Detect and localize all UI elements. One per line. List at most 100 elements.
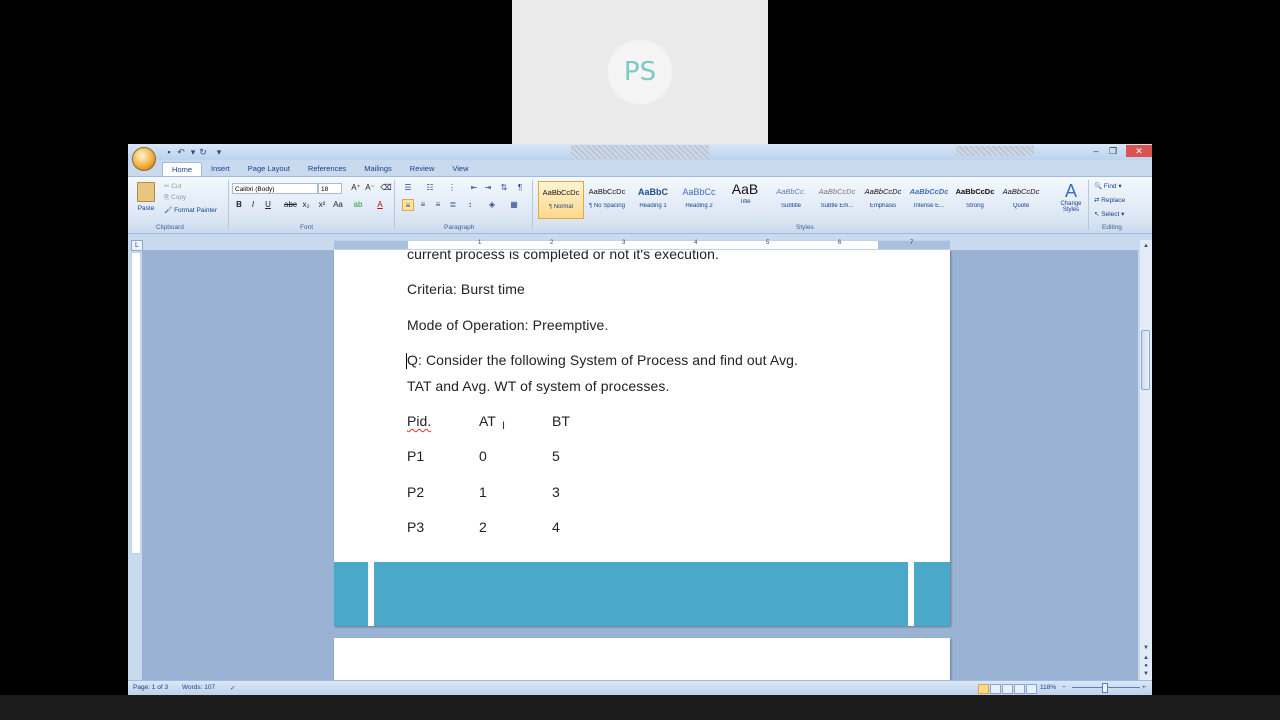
tab-home[interactable]: Home xyxy=(162,162,203,177)
full-screen-reading-button[interactable] xyxy=(990,684,1001,694)
find-button[interactable]: 🔍 Find ▾ xyxy=(1094,182,1122,190)
borders-icon[interactable]: ▦ xyxy=(508,199,520,211)
underline-button[interactable]: U xyxy=(262,199,274,211)
style-no-spacing[interactable]: AaBbCcDc ¶ No Spacing xyxy=(584,181,630,219)
tab-insert[interactable]: Insert xyxy=(202,162,239,176)
bullets-icon[interactable]: ☰ xyxy=(402,182,414,194)
document-page[interactable] xyxy=(334,638,950,680)
font-size-select[interactable]: 18 xyxy=(318,183,342,194)
ruler-number: 6 xyxy=(838,240,842,246)
cut-button[interactable]: ✂ Cut xyxy=(164,182,181,190)
zoom-out-icon[interactable]: − xyxy=(1062,684,1066,691)
style-title[interactable]: AaB Title xyxy=(722,181,768,219)
office-button[interactable] xyxy=(132,147,156,171)
minimize-button[interactable]: – xyxy=(1088,145,1104,157)
horizontal-ruler[interactable]: 1 2 3 4 5 6 7 xyxy=(334,240,950,250)
show-formatting-icon[interactable]: ¶ xyxy=(514,182,526,194)
page-count[interactable]: Page: 1 of 3 xyxy=(133,684,168,691)
style-emphasis[interactable]: AaBbCcDc Emphasis xyxy=(860,181,906,219)
style-normal[interactable]: AaBbCcDc ¶ Normal xyxy=(538,181,584,219)
sort-icon[interactable]: ⇅ xyxy=(498,182,510,194)
superscript-button[interactable]: x² xyxy=(316,199,328,211)
select-button[interactable]: ↖ Select ▾ xyxy=(1094,210,1124,218)
shrink-font-icon[interactable]: A⁻ xyxy=(364,182,376,194)
document-area[interactable]: current process is completed or not it's… xyxy=(142,250,1138,680)
paste-button[interactable]: Paste xyxy=(136,182,156,214)
group-divider xyxy=(394,180,395,230)
zoom-slider-handle[interactable] xyxy=(1102,683,1108,693)
scroll-up-icon[interactable]: ▲ xyxy=(1141,242,1151,250)
ruler-number: 5 xyxy=(766,240,770,246)
format-painter-button[interactable]: 🖌 Format Painter xyxy=(164,206,217,214)
tab-view[interactable]: View xyxy=(443,162,477,176)
style-quote[interactable]: AaBbCcDc Quote xyxy=(998,181,1044,219)
title-bar: ▪ ↶ ▾ ↻ ▾ – ❐ ✕ xyxy=(128,144,1152,160)
copy-button[interactable]: ⎘ Copy xyxy=(164,194,186,202)
justify-icon[interactable]: ≣ xyxy=(447,199,459,211)
replace-button[interactable]: ⇄ Replace xyxy=(1094,196,1125,204)
document-page[interactable]: current process is completed or not it's… xyxy=(334,250,950,626)
word-count[interactable]: Words: 107 xyxy=(182,684,215,691)
paragraph-text: Mode of Operation: Preemptive. xyxy=(407,317,609,333)
shading-icon[interactable]: ◈ xyxy=(486,199,498,211)
clear-formatting-icon[interactable]: ⌫ xyxy=(380,182,392,194)
font-name-select[interactable]: Calibri (Body) xyxy=(232,183,318,194)
subscript-button[interactable]: x₂ xyxy=(300,199,312,211)
proofing-icon[interactable]: ✓ xyxy=(230,684,235,692)
change-case-button[interactable]: Aa xyxy=(332,199,344,211)
table-cell: 5 xyxy=(552,448,560,464)
align-center-icon[interactable]: ≡ xyxy=(417,199,429,211)
tab-mailings[interactable]: Mailings xyxy=(355,162,401,176)
undo-dropdown-icon[interactable]: ▾ xyxy=(188,147,198,157)
table-header: BT xyxy=(552,413,570,429)
select-browse-object-icon[interactable]: ● xyxy=(1141,662,1151,670)
font-group-label: Font xyxy=(300,224,314,231)
change-styles-button[interactable]: A Change Styles xyxy=(1058,181,1084,213)
zoom-level[interactable]: 118% xyxy=(1040,684,1056,691)
print-layout-view-button[interactable] xyxy=(978,684,989,694)
save-icon[interactable]: ▪ xyxy=(164,147,174,157)
previous-page-icon[interactable]: ▲ xyxy=(1141,654,1151,662)
multilevel-list-icon[interactable]: ⋮ xyxy=(446,182,458,194)
style-subtitle[interactable]: AaBbCc. Subtitle xyxy=(768,181,814,219)
tab-page-layout[interactable]: Page Layout xyxy=(239,162,299,176)
align-right-icon[interactable]: ≡ xyxy=(432,199,444,211)
draft-view-button[interactable] xyxy=(1026,684,1037,694)
vertical-scrollbar[interactable]: ▲ ▼ ▲ ● ▼ xyxy=(1140,240,1152,680)
customize-qat-icon[interactable]: ▾ xyxy=(214,147,224,157)
highlight-icon[interactable]: ab xyxy=(352,199,364,211)
web-layout-button[interactable] xyxy=(1002,684,1013,694)
word-window: ▪ ↶ ▾ ↻ ▾ – ❐ ✕ Home Insert Page Layout … xyxy=(128,144,1152,695)
participant-tile: PS xyxy=(512,0,768,144)
avatar: PS xyxy=(608,40,672,104)
strikethrough-button[interactable]: abc xyxy=(284,199,297,211)
scroll-thumb[interactable] xyxy=(1141,330,1150,390)
style-intense-emphasis[interactable]: AaBbCcDc Intense E... xyxy=(906,181,952,219)
numbering-icon[interactable]: ☷ xyxy=(424,182,436,194)
italic-button[interactable]: I xyxy=(247,199,259,211)
style-strong[interactable]: AaBbCcDc Strong xyxy=(952,181,998,219)
style-subtle-emphasis[interactable]: AaBbCcDc Subtle Em... xyxy=(814,181,860,219)
paragraph-text: Criteria: Burst time xyxy=(407,281,525,297)
close-button[interactable]: ✕ xyxy=(1126,145,1152,157)
title-redacted-area xyxy=(956,146,1034,156)
undo-icon[interactable]: ↶ xyxy=(176,147,186,157)
increase-indent-icon[interactable]: ⇥ xyxy=(482,182,494,194)
zoom-in-icon[interactable]: + xyxy=(1142,684,1146,691)
line-spacing-icon[interactable]: ↕ xyxy=(464,199,476,211)
style-heading-1[interactable]: AaBbC Heading 1 xyxy=(630,181,676,219)
grow-font-icon[interactable]: A⁺ xyxy=(350,182,362,194)
scroll-down-icon[interactable]: ▼ xyxy=(1141,644,1151,652)
font-color-icon[interactable]: A xyxy=(374,199,386,211)
redo-icon[interactable]: ↻ xyxy=(198,147,208,157)
vertical-ruler[interactable] xyxy=(131,252,141,554)
outline-view-button[interactable] xyxy=(1014,684,1025,694)
tab-review[interactable]: Review xyxy=(401,162,444,176)
maximize-button[interactable]: ❐ xyxy=(1105,145,1121,157)
bold-button[interactable]: B xyxy=(233,199,245,211)
style-heading-2[interactable]: AaBbCc Heading 2 xyxy=(676,181,722,219)
decrease-indent-icon[interactable]: ⇤ xyxy=(468,182,480,194)
next-page-icon[interactable]: ▼ xyxy=(1141,670,1151,678)
tab-references[interactable]: References xyxy=(299,162,355,176)
align-left-icon[interactable]: ≡ xyxy=(402,199,414,211)
